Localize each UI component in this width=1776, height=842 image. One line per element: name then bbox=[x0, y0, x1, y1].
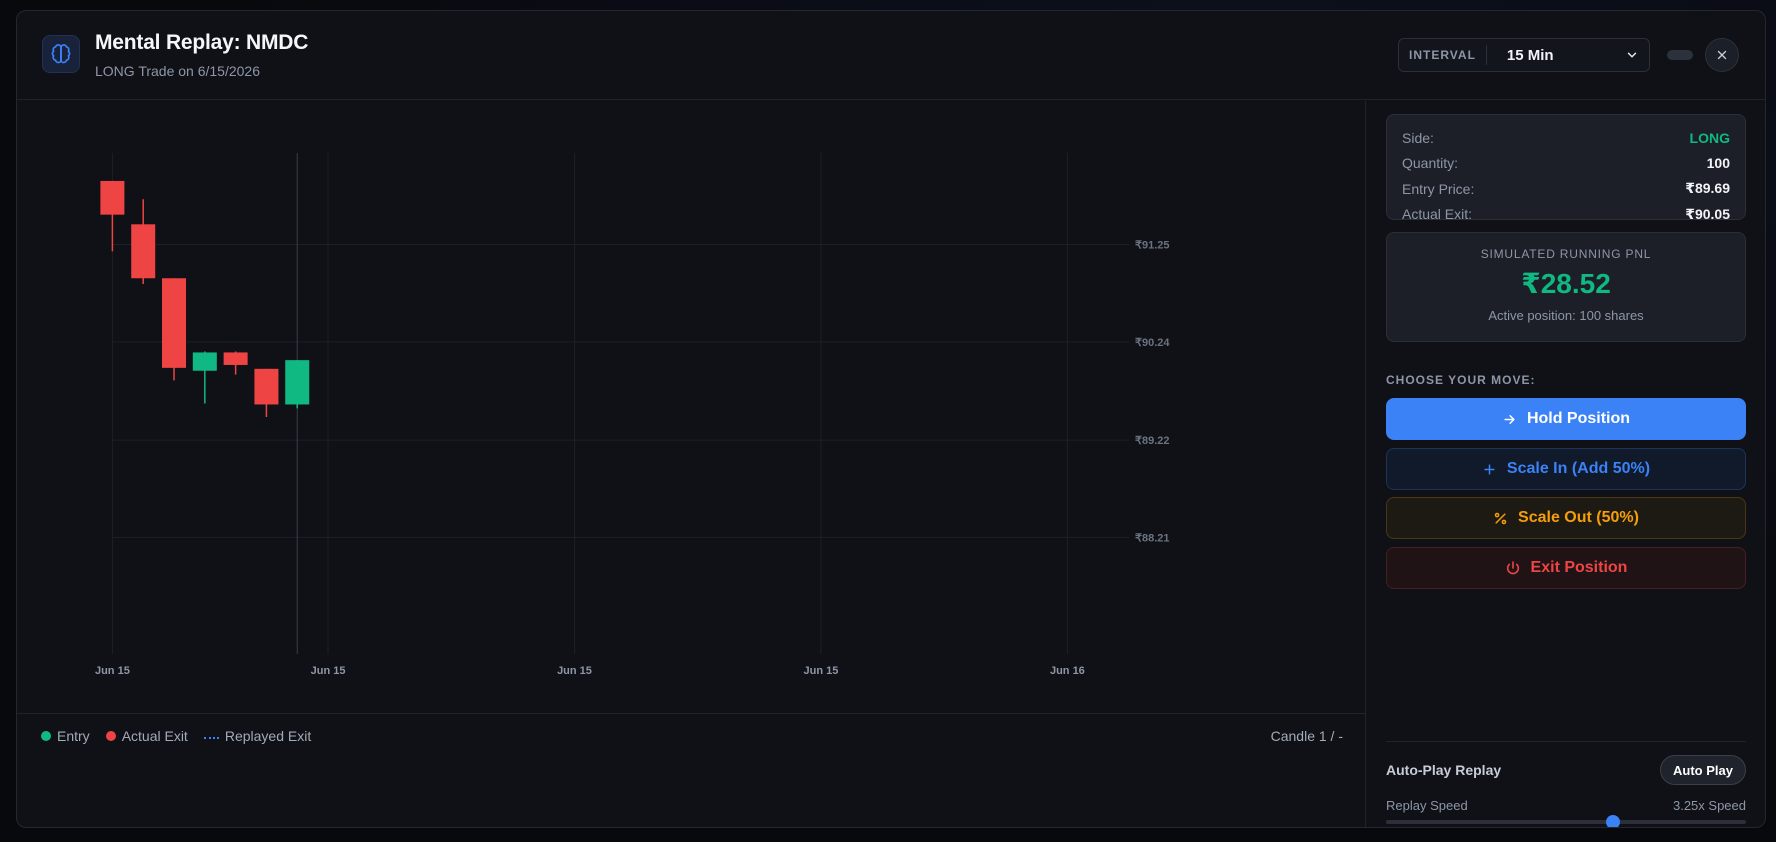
arrow-right-icon bbox=[1502, 412, 1517, 427]
trade-subtitle: LONG Trade on 6/15/2026 bbox=[95, 63, 260, 79]
entry-price-value: ₹89.69 bbox=[1685, 180, 1730, 197]
autoplay-title: Auto-Play Replay bbox=[1386, 762, 1502, 778]
scale-out-label: Scale Out (50%) bbox=[1518, 509, 1639, 526]
quantity-value: 100 bbox=[1706, 155, 1730, 172]
page-title: Mental Replay: NMDC bbox=[95, 31, 309, 54]
exit-position-label: Exit Position bbox=[1530, 559, 1628, 576]
side-row: Side: LONG bbox=[1402, 125, 1730, 151]
scale-in-label: Scale In (Add 50%) bbox=[1506, 460, 1651, 477]
chart-svg: ₹91.25 ₹90.24 ₹89.22 ₹88.21 Jun 15 Jun 15 Jun … bbox=[95, 153, 1170, 677]
entry-price-row: Entry Price: ₹89.69 bbox=[1402, 176, 1730, 202]
candle-body bbox=[223, 352, 248, 365]
replay-speed-slider[interactable] bbox=[1386, 815, 1746, 827]
brain-icon bbox=[42, 35, 80, 73]
interval-label: INTERVAL bbox=[1399, 45, 1487, 65]
entry-dot bbox=[41, 731, 51, 741]
x-tick-label: Jun 16 bbox=[1050, 665, 1085, 677]
y-tick-label: ₹89.22 bbox=[1135, 435, 1170, 447]
y-tick-label: ₹88.21 bbox=[1135, 532, 1170, 544]
exit-position-button[interactable]: Exit Position bbox=[1386, 547, 1746, 589]
x-tick-label: Jun 15 bbox=[557, 665, 592, 677]
chevron-down-icon bbox=[1625, 48, 1639, 62]
y-tick-label: ₹90.24 bbox=[1135, 337, 1170, 349]
pnl-label: SIMULATED RUNNING PNL bbox=[1480, 247, 1652, 261]
hold-position-button[interactable]: Hold Position bbox=[1386, 398, 1746, 440]
percent-icon bbox=[1493, 511, 1508, 526]
close-icon bbox=[1715, 48, 1729, 62]
choose-move-heading: CHOOSE YOUR MOVE: bbox=[1386, 373, 1536, 387]
pnl-card: SIMULATED RUNNING PNL ₹28.52 Active posi… bbox=[1386, 232, 1746, 342]
candle-body bbox=[192, 352, 217, 371]
replay-speed-value: 3.25x Speed bbox=[1672, 798, 1746, 813]
slider-thumb[interactable] bbox=[1605, 815, 1620, 827]
plus-icon bbox=[1482, 462, 1497, 477]
legend-replayed-exit-label: Replayed Exit bbox=[224, 728, 312, 744]
interval-value: 15 Min bbox=[1506, 46, 1554, 64]
actual-exit-label: Actual Exit: bbox=[1402, 206, 1473, 223]
actual-exit-row: Actual Exit: ₹90.05 bbox=[1402, 202, 1730, 228]
legend-entry-label: Entry bbox=[57, 728, 90, 744]
y-tick-label: ₹91.25 bbox=[1135, 240, 1170, 252]
power-icon bbox=[1505, 560, 1521, 576]
legend-actual-exit: Actual Exit bbox=[105, 728, 188, 744]
auto-play-button[interactable]: Auto Play bbox=[1660, 755, 1746, 785]
trade-sidebar: Side: LONG Quantity: 100 Entry Price: ₹8… bbox=[1365, 101, 1765, 827]
hold-position-label: Hold Position bbox=[1526, 410, 1631, 427]
quantity-label: Quantity: bbox=[1402, 155, 1459, 172]
legend-actual-exit-label: Actual Exit bbox=[121, 728, 188, 744]
x-tick-label: Jun 15 bbox=[311, 665, 346, 677]
x-tick-label: Jun 15 bbox=[95, 665, 130, 677]
trade-info-card: Side: LONG Quantity: 100 Entry Price: ₹8… bbox=[1386, 114, 1746, 222]
side-value: LONG bbox=[1689, 129, 1730, 146]
legend-replayed-exit: Replayed Exit bbox=[203, 728, 312, 744]
toggle-pill[interactable] bbox=[1667, 50, 1693, 60]
candle-body bbox=[254, 368, 279, 405]
candlestick-chart[interactable]: ₹91.25 ₹90.24 ₹89.22 ₹88.21 Jun 15 Jun 15 Jun … bbox=[17, 101, 1365, 713]
replay-modal: Mental Replay: NMDC LONG Trade on 6/15/2… bbox=[16, 10, 1766, 828]
active-position-text: Active position: 100 shares bbox=[1488, 308, 1644, 323]
actual-exit-value: ₹90.05 bbox=[1685, 205, 1730, 222]
scale-out-button[interactable]: Scale Out (50%) bbox=[1386, 497, 1746, 539]
candle-body bbox=[162, 278, 187, 368]
candle-body bbox=[131, 224, 156, 279]
scale-in-button[interactable]: Scale In (Add 50%) bbox=[1386, 448, 1746, 490]
replay-speed-label: Replay Speed bbox=[1386, 798, 1468, 813]
x-tick-label: Jun 15 bbox=[804, 665, 839, 677]
modal-header: Mental Replay: NMDC LONG Trade on 6/15/2… bbox=[17, 11, 1765, 100]
candle-counter: Candle 1 / - bbox=[1270, 728, 1343, 744]
pnl-value: ₹28.52 bbox=[1521, 268, 1611, 299]
interval-select[interactable]: INTERVAL 15 Min bbox=[1398, 38, 1650, 72]
slider-fill bbox=[1386, 820, 1613, 824]
side-label: Side: bbox=[1402, 129, 1434, 146]
close-button[interactable] bbox=[1705, 38, 1739, 72]
candle-body bbox=[100, 180, 125, 215]
autoplay-section: Auto-Play Replay Auto Play Replay Speed … bbox=[1386, 741, 1746, 827]
candle-body bbox=[285, 360, 310, 405]
actual-exit-dot bbox=[105, 731, 116, 741]
quantity-row: Quantity: 100 bbox=[1402, 151, 1730, 177]
entry-price-label: Entry Price: bbox=[1402, 180, 1475, 197]
replayed-exit-dash bbox=[203, 737, 219, 739]
legend-entry: Entry bbox=[41, 728, 90, 744]
chart-legend: Entry Actual Exit Replayed Exit Candle 1… bbox=[17, 713, 1365, 827]
